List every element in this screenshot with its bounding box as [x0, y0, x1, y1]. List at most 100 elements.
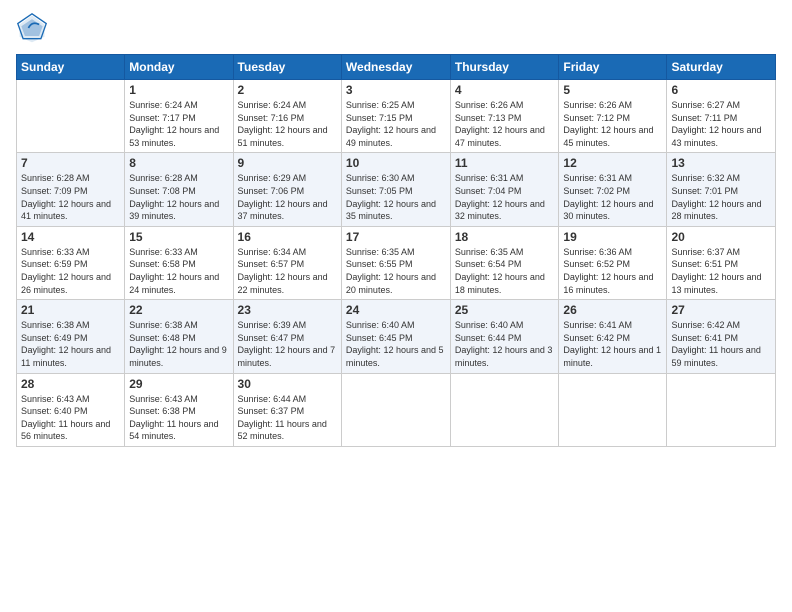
calendar-cell: 1 Sunrise: 6:24 AMSunset: 7:17 PMDayligh…	[125, 80, 233, 153]
weekday-header-sunday: Sunday	[17, 55, 125, 80]
calendar-cell: 10 Sunrise: 6:30 AMSunset: 7:05 PMDaylig…	[341, 153, 450, 226]
calendar-cell: 15 Sunrise: 6:33 AMSunset: 6:58 PMDaylig…	[125, 226, 233, 299]
day-number: 10	[346, 156, 446, 170]
day-info: Sunrise: 6:31 AMSunset: 7:04 PMDaylight:…	[455, 173, 545, 221]
day-number: 22	[129, 303, 228, 317]
day-info: Sunrise: 6:42 AMSunset: 6:41 PMDaylight:…	[671, 320, 760, 368]
day-number: 14	[21, 230, 120, 244]
day-info: Sunrise: 6:38 AMSunset: 6:48 PMDaylight:…	[129, 320, 227, 368]
day-number: 8	[129, 156, 228, 170]
day-number: 13	[671, 156, 771, 170]
calendar-cell: 2 Sunrise: 6:24 AMSunset: 7:16 PMDayligh…	[233, 80, 341, 153]
weekday-header-tuesday: Tuesday	[233, 55, 341, 80]
day-info: Sunrise: 6:24 AMSunset: 7:16 PMDaylight:…	[238, 100, 328, 148]
week-row-4: 21 Sunrise: 6:38 AMSunset: 6:49 PMDaylig…	[17, 300, 776, 373]
day-info: Sunrise: 6:28 AMSunset: 7:08 PMDaylight:…	[129, 173, 219, 221]
calendar-cell: 6 Sunrise: 6:27 AMSunset: 7:11 PMDayligh…	[667, 80, 776, 153]
weekday-header-saturday: Saturday	[667, 55, 776, 80]
week-row-5: 28 Sunrise: 6:43 AMSunset: 6:40 PMDaylig…	[17, 373, 776, 446]
day-number: 30	[238, 377, 337, 391]
day-info: Sunrise: 6:35 AMSunset: 6:54 PMDaylight:…	[455, 247, 545, 295]
calendar-cell: 29 Sunrise: 6:43 AMSunset: 6:38 PMDaylig…	[125, 373, 233, 446]
calendar-cell: 18 Sunrise: 6:35 AMSunset: 6:54 PMDaylig…	[450, 226, 559, 299]
day-number: 16	[238, 230, 337, 244]
calendar-cell: 19 Sunrise: 6:36 AMSunset: 6:52 PMDaylig…	[559, 226, 667, 299]
calendar-cell: 8 Sunrise: 6:28 AMSunset: 7:08 PMDayligh…	[125, 153, 233, 226]
day-info: Sunrise: 6:33 AMSunset: 6:58 PMDaylight:…	[129, 247, 219, 295]
page: SundayMondayTuesdayWednesdayThursdayFrid…	[0, 0, 792, 612]
week-row-2: 7 Sunrise: 6:28 AMSunset: 7:09 PMDayligh…	[17, 153, 776, 226]
day-info: Sunrise: 6:35 AMSunset: 6:55 PMDaylight:…	[346, 247, 436, 295]
day-number: 7	[21, 156, 120, 170]
day-info: Sunrise: 6:26 AMSunset: 7:13 PMDaylight:…	[455, 100, 545, 148]
day-info: Sunrise: 6:34 AMSunset: 6:57 PMDaylight:…	[238, 247, 328, 295]
day-info: Sunrise: 6:31 AMSunset: 7:02 PMDaylight:…	[563, 173, 653, 221]
day-number: 4	[455, 83, 555, 97]
week-row-1: 1 Sunrise: 6:24 AMSunset: 7:17 PMDayligh…	[17, 80, 776, 153]
day-info: Sunrise: 6:44 AMSunset: 6:37 PMDaylight:…	[238, 394, 327, 442]
day-info: Sunrise: 6:39 AMSunset: 6:47 PMDaylight:…	[238, 320, 336, 368]
calendar-cell: 30 Sunrise: 6:44 AMSunset: 6:37 PMDaylig…	[233, 373, 341, 446]
day-info: Sunrise: 6:26 AMSunset: 7:12 PMDaylight:…	[563, 100, 653, 148]
day-info: Sunrise: 6:28 AMSunset: 7:09 PMDaylight:…	[21, 173, 111, 221]
calendar-cell: 4 Sunrise: 6:26 AMSunset: 7:13 PMDayligh…	[450, 80, 559, 153]
day-number: 21	[21, 303, 120, 317]
calendar-cell: 20 Sunrise: 6:37 AMSunset: 6:51 PMDaylig…	[667, 226, 776, 299]
day-info: Sunrise: 6:36 AMSunset: 6:52 PMDaylight:…	[563, 247, 653, 295]
calendar-cell: 3 Sunrise: 6:25 AMSunset: 7:15 PMDayligh…	[341, 80, 450, 153]
calendar-cell: 27 Sunrise: 6:42 AMSunset: 6:41 PMDaylig…	[667, 300, 776, 373]
calendar-table: SundayMondayTuesdayWednesdayThursdayFrid…	[16, 54, 776, 447]
calendar-cell: 21 Sunrise: 6:38 AMSunset: 6:49 PMDaylig…	[17, 300, 125, 373]
weekday-header-thursday: Thursday	[450, 55, 559, 80]
day-info: Sunrise: 6:29 AMSunset: 7:06 PMDaylight:…	[238, 173, 328, 221]
day-number: 25	[455, 303, 555, 317]
calendar-cell: 16 Sunrise: 6:34 AMSunset: 6:57 PMDaylig…	[233, 226, 341, 299]
calendar-cell	[17, 80, 125, 153]
day-number: 3	[346, 83, 446, 97]
day-number: 18	[455, 230, 555, 244]
day-info: Sunrise: 6:25 AMSunset: 7:15 PMDaylight:…	[346, 100, 436, 148]
day-number: 6	[671, 83, 771, 97]
day-info: Sunrise: 6:30 AMSunset: 7:05 PMDaylight:…	[346, 173, 436, 221]
day-info: Sunrise: 6:41 AMSunset: 6:42 PMDaylight:…	[563, 320, 661, 368]
day-info: Sunrise: 6:24 AMSunset: 7:17 PMDaylight:…	[129, 100, 219, 148]
calendar-cell: 11 Sunrise: 6:31 AMSunset: 7:04 PMDaylig…	[450, 153, 559, 226]
calendar-cell: 26 Sunrise: 6:41 AMSunset: 6:42 PMDaylig…	[559, 300, 667, 373]
day-number: 23	[238, 303, 337, 317]
day-info: Sunrise: 6:40 AMSunset: 6:45 PMDaylight:…	[346, 320, 444, 368]
calendar-cell: 13 Sunrise: 6:32 AMSunset: 7:01 PMDaylig…	[667, 153, 776, 226]
day-number: 11	[455, 156, 555, 170]
day-number: 2	[238, 83, 337, 97]
calendar-cell	[341, 373, 450, 446]
day-number: 12	[563, 156, 662, 170]
day-info: Sunrise: 6:38 AMSunset: 6:49 PMDaylight:…	[21, 320, 111, 368]
day-number: 15	[129, 230, 228, 244]
logo	[16, 12, 52, 44]
calendar-cell	[450, 373, 559, 446]
weekday-header-row: SundayMondayTuesdayWednesdayThursdayFrid…	[17, 55, 776, 80]
day-number: 9	[238, 156, 337, 170]
day-number: 20	[671, 230, 771, 244]
day-number: 24	[346, 303, 446, 317]
day-number: 5	[563, 83, 662, 97]
calendar-cell: 24 Sunrise: 6:40 AMSunset: 6:45 PMDaylig…	[341, 300, 450, 373]
calendar-cell: 12 Sunrise: 6:31 AMSunset: 7:02 PMDaylig…	[559, 153, 667, 226]
day-number: 1	[129, 83, 228, 97]
day-number: 19	[563, 230, 662, 244]
weekday-header-monday: Monday	[125, 55, 233, 80]
calendar-cell: 25 Sunrise: 6:40 AMSunset: 6:44 PMDaylig…	[450, 300, 559, 373]
week-row-3: 14 Sunrise: 6:33 AMSunset: 6:59 PMDaylig…	[17, 226, 776, 299]
day-info: Sunrise: 6:32 AMSunset: 7:01 PMDaylight:…	[671, 173, 761, 221]
day-info: Sunrise: 6:43 AMSunset: 6:40 PMDaylight:…	[21, 394, 110, 442]
day-info: Sunrise: 6:33 AMSunset: 6:59 PMDaylight:…	[21, 247, 111, 295]
day-info: Sunrise: 6:40 AMSunset: 6:44 PMDaylight:…	[455, 320, 553, 368]
weekday-header-wednesday: Wednesday	[341, 55, 450, 80]
calendar-cell: 14 Sunrise: 6:33 AMSunset: 6:59 PMDaylig…	[17, 226, 125, 299]
day-number: 29	[129, 377, 228, 391]
day-info: Sunrise: 6:27 AMSunset: 7:11 PMDaylight:…	[671, 100, 761, 148]
calendar-cell: 17 Sunrise: 6:35 AMSunset: 6:55 PMDaylig…	[341, 226, 450, 299]
day-number: 27	[671, 303, 771, 317]
day-number: 17	[346, 230, 446, 244]
calendar-cell: 9 Sunrise: 6:29 AMSunset: 7:06 PMDayligh…	[233, 153, 341, 226]
day-number: 26	[563, 303, 662, 317]
